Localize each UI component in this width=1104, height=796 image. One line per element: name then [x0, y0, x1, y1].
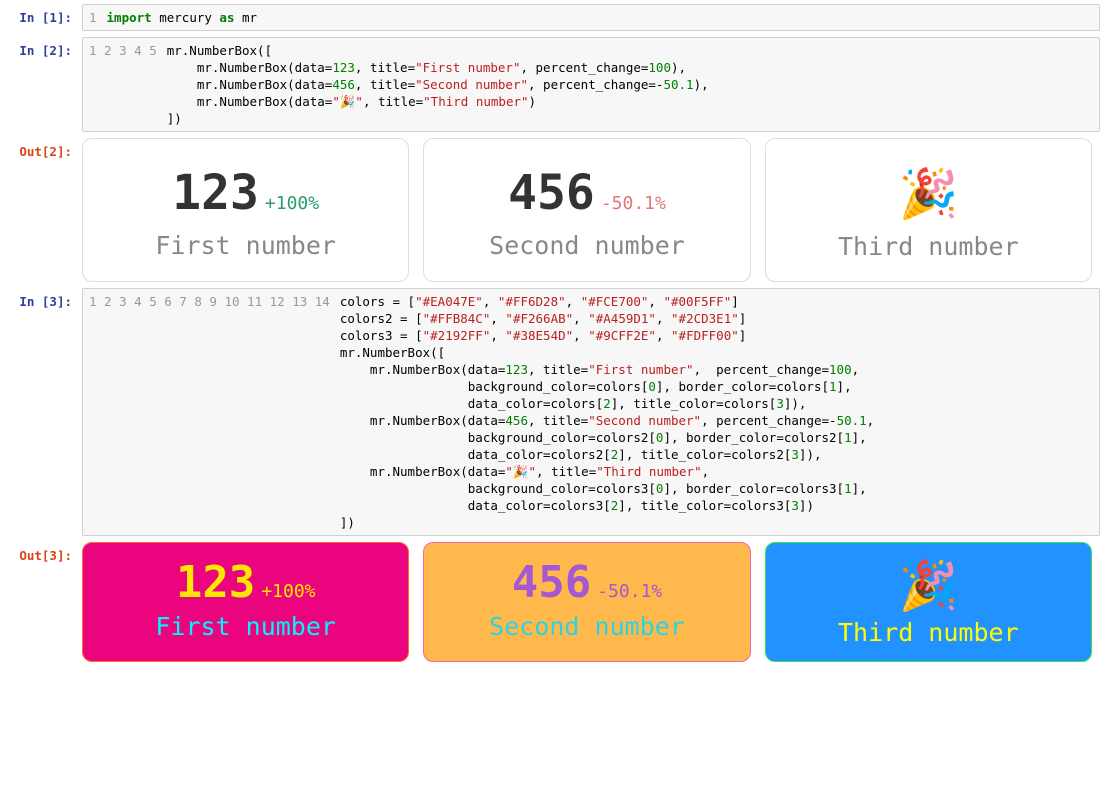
prompt-in-2: In [2]: [4, 37, 82, 132]
prompt-in-1: In [1]: [4, 4, 82, 31]
prompt-out-2: Out[2]: [4, 138, 82, 282]
numberbox-title: Second number [434, 612, 739, 641]
numberbox-pct: +100% [265, 193, 319, 214]
out-3: Out[3]: 123 +100% First number 456 -50.1% … [4, 542, 1100, 662]
numberbox-1-colored: 123 +100% First number [82, 542, 409, 662]
numberbox-data: 123 [172, 165, 259, 221]
cell-3: In [3]: 1 2 3 4 5 6 7 8 9 10 11 12 13 14… [4, 288, 1100, 536]
numberbox-title: First number [93, 612, 398, 641]
prompt-out-3: Out[3]: [4, 542, 82, 662]
numberbox-2-colored: 456 -50.1% Second number [423, 542, 750, 662]
numberbox-pct: -50.1% [597, 581, 662, 602]
code-input-3[interactable]: 1 2 3 4 5 6 7 8 9 10 11 12 13 14 colors … [82, 288, 1100, 536]
line-gutter: 1 [89, 9, 107, 26]
cell-2: In [2]: 1 2 3 4 5 mr.NumberBox([ mr.Numb… [4, 37, 1100, 132]
output-3: 123 +100% First number 456 -50.1% Second n… [82, 542, 1100, 662]
out-2: Out[2]: 123 +100% First number 456 -50.1% … [4, 138, 1100, 282]
party-popper-icon: 🎉 [776, 165, 1081, 222]
code-body: mr.NumberBox([ mr.NumberBox(data=123, ti… [167, 42, 1093, 127]
line-gutter: 1 2 3 4 5 6 7 8 9 10 11 12 13 14 [89, 293, 340, 531]
code-body: colors = ["#EA047E", "#FF6D28", "#FCE700… [340, 293, 1093, 531]
numberbox-data: 123 [176, 557, 255, 608]
code-body: import mercury as mr [107, 9, 1093, 26]
numberbox-pct: -50.1% [601, 193, 666, 214]
prompt-in-3: In [3]: [4, 288, 82, 536]
party-popper-icon: 🎉 [776, 557, 1081, 614]
numberbox-3: 🎉 Third number [765, 138, 1092, 282]
line-gutter: 1 2 3 4 5 [89, 42, 167, 127]
numberbox-data: 456 [512, 557, 591, 608]
numberbox-title: Second number [434, 231, 739, 260]
output-2: 123 +100% First number 456 -50.1% Second n… [82, 138, 1100, 282]
numberbox-title: First number [93, 231, 398, 260]
numberbox-3-colored: 🎉 Third number [765, 542, 1092, 662]
numberbox-2: 456 -50.1% Second number [423, 138, 750, 282]
numberbox-pct: +100% [261, 581, 315, 602]
numberbox-data: 456 [508, 165, 595, 221]
numberbox-title: Third number [776, 618, 1081, 647]
code-input-2[interactable]: 1 2 3 4 5 mr.NumberBox([ mr.NumberBox(da… [82, 37, 1100, 132]
numberbox-title: Third number [776, 232, 1081, 261]
numberbox-1: 123 +100% First number [82, 138, 409, 282]
code-input-1[interactable]: 1 import mercury as mr [82, 4, 1100, 31]
cell-1: In [1]: 1 import mercury as mr [4, 4, 1100, 31]
